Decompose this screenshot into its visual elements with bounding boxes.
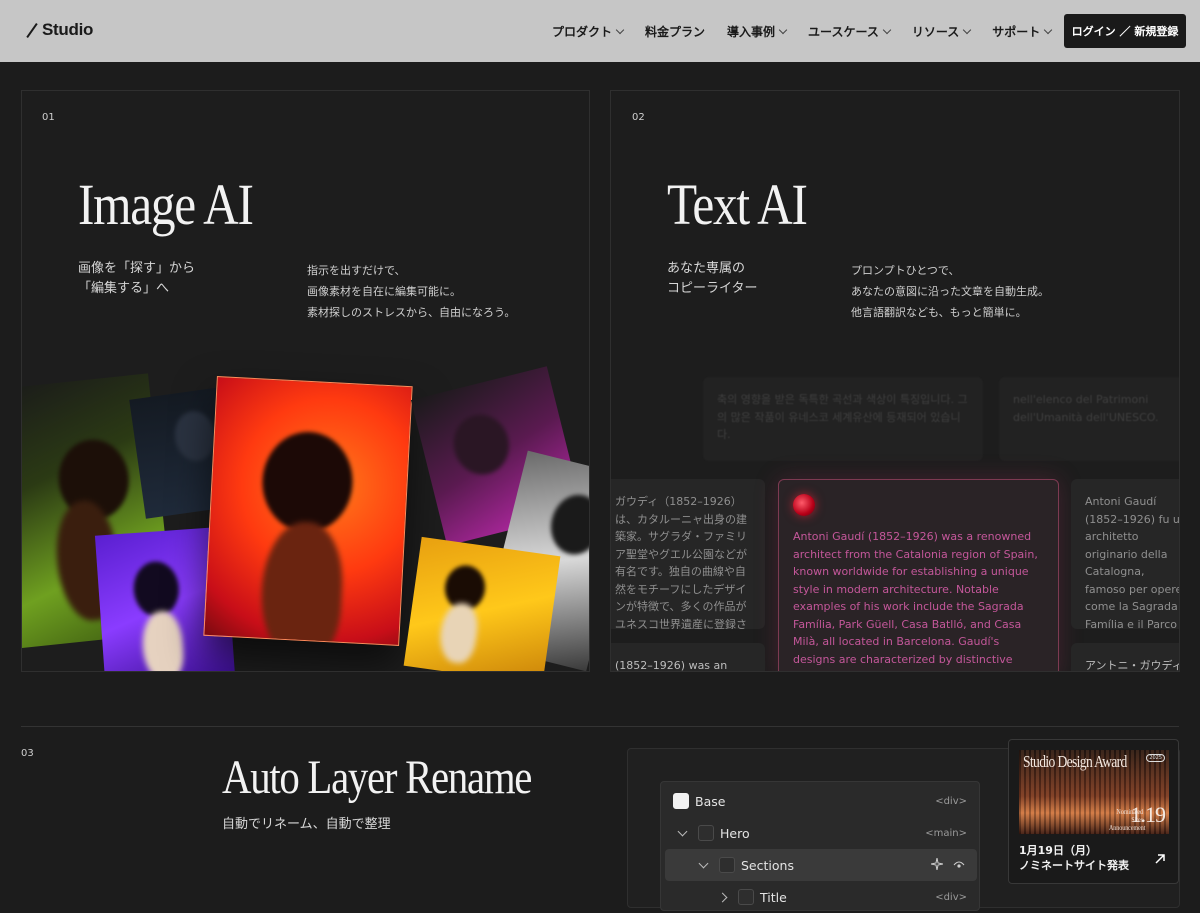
top-nav: Studio プロダクト 料金プラン 導入事例 ユースケース リソース サポート…: [0, 0, 1200, 62]
collage-photo-yellow: [403, 536, 561, 671]
text-tile-japanese: ガウディ（1852–1926）は、カタルーニャ出身の建築家。サグラダ・ファミリア…: [611, 479, 765, 629]
text-ai-card[interactable]: 02 Text AI あなた専属の コピーライター プロンプトひとつで、 あなた…: [610, 90, 1180, 672]
layer-tag: <div>: [935, 795, 967, 807]
ai-orb-icon: [793, 494, 815, 516]
login-signup-button[interactable]: ログイン ／ 新規登録: [1064, 14, 1186, 48]
chevron-down-icon[interactable]: [677, 826, 688, 836]
sparkle-icon[interactable]: [930, 857, 944, 873]
chevron-right-icon[interactable]: [717, 892, 728, 902]
text-ai-subtitle: あなた専属の コピーライター: [667, 261, 758, 296]
auto-layer-title: Auto Layer Rename: [222, 751, 532, 804]
layer-tag: <main>: [925, 827, 967, 839]
text-ai-title: Text AI: [667, 172, 808, 237]
award-title: Studio Design Award: [1023, 752, 1127, 771]
auto-layer-subtitle: 自動でリネーム、自動で整理: [222, 817, 391, 832]
image-ai-card[interactable]: 01 Image AI 画像を「探す」から 「編集する」へ 指示を出すだけで、 …: [21, 90, 590, 672]
layer-name: Title: [760, 889, 787, 905]
text-tile-bottom-left: (1852–1926) was an architect: [611, 643, 765, 671]
award-year-badge: 2025: [1146, 754, 1165, 762]
section-divider: [21, 726, 1179, 727]
arrow-up-right-icon[interactable]: [1155, 854, 1165, 864]
image-ai-subtitle: 画像を「探す」から 「編集する」へ: [78, 261, 196, 296]
nav-item-resources[interactable]: リソース: [911, 23, 972, 40]
award-date: 1.19: [1130, 802, 1166, 827]
award-banner-image: Studio Design Award 2025 Nominated Sites…: [1019, 750, 1169, 834]
section-number: 02: [632, 112, 645, 123]
text-ai-description: プロンプトひとつで、 あなたの意図に沿った文章を自動生成。 他言語翻訳なども、も…: [851, 264, 1049, 319]
nav-item-support[interactable]: サポート: [992, 23, 1053, 40]
slash-icon: [26, 22, 38, 38]
layer-box-icon: [738, 889, 754, 905]
layer-box-icon: [698, 825, 714, 841]
nav-item-label: ユースケース: [808, 24, 879, 39]
collage-photo-orange-main: [203, 376, 413, 646]
layer-name: Sections: [741, 857, 794, 873]
nav-item-label: リソース: [911, 24, 960, 39]
chevron-down-icon: [615, 25, 625, 34]
layer-row-hero[interactable]: Hero <main>: [661, 817, 979, 849]
chevron-down-icon: [882, 25, 892, 34]
text-tile-korean: 축의 영향을 받은 독특한 곡선과 색상이 특징입니다. 그의 많은 작품이 유…: [703, 377, 983, 461]
chevron-down-icon: [778, 25, 788, 34]
english-text: Antoni Gaudí (1852–1926) was a renowned …: [793, 530, 1038, 671]
chevron-down-icon: [1044, 25, 1053, 34]
chevron-down-icon[interactable]: [698, 858, 709, 868]
layer-box-icon: [719, 857, 735, 873]
layer-name: Base: [695, 793, 726, 809]
text-tile-english-highlighted: Antoni Gaudí (1852–1926) was a renowned …: [778, 479, 1059, 671]
visibility-icon[interactable]: [953, 859, 965, 874]
nav-item-pricing[interactable]: 料金プラン: [645, 23, 705, 40]
nav-item-product[interactable]: プロダクト: [552, 23, 625, 40]
logo-text: Studio: [42, 20, 94, 39]
text-tile-italian: Antoni Gaudí (1852–1926) fu un architett…: [1071, 479, 1179, 629]
text-tile-bottom-right: アントニ・ガウディ: [1071, 643, 1179, 671]
nav-item-usecases[interactable]: ユースケース: [808, 23, 892, 40]
layer-tag: <div>: [935, 891, 967, 903]
nav-item-label: 料金プラン: [645, 24, 706, 39]
nav-item-label: プロダクト: [552, 24, 613, 39]
image-ai-description: 指示を出すだけで、 画像素材を自在に編集可能に。 素材探しのストレスから、自由に…: [307, 264, 516, 319]
nav-menu: プロダクト 料金プラン 導入事例 ユースケース リソース サポート: [552, 0, 1053, 62]
chevron-down-icon: [963, 25, 972, 34]
layer-row-title[interactable]: Title <div>: [661, 881, 979, 913]
nav-item-cases[interactable]: 導入事例: [727, 23, 788, 40]
text-tile-italian-top: nell'elenco del Patrimoni dell'Umanità d…: [999, 377, 1179, 461]
section-number: 01: [42, 112, 55, 123]
award-announcement-text: 1月19日（月） ノミネートサイト発表: [1019, 844, 1129, 872]
layer-box-icon: [673, 793, 689, 809]
nav-item-label: 導入事例: [727, 24, 776, 39]
award-announcement-card[interactable]: Studio Design Award 2025 Nominated Sites…: [1008, 739, 1179, 884]
image-ai-title: Image AI: [78, 172, 254, 237]
studio-logo[interactable]: Studio: [26, 20, 93, 40]
section-number: 03: [21, 748, 34, 759]
layers-panel: Base <div> Hero <main> Sections Title <d…: [660, 781, 980, 911]
layer-row-base[interactable]: Base <div>: [661, 785, 979, 817]
layer-row-sections[interactable]: Sections: [665, 849, 977, 881]
layer-name: Hero: [720, 825, 750, 841]
nav-item-label: サポート: [992, 24, 1041, 39]
